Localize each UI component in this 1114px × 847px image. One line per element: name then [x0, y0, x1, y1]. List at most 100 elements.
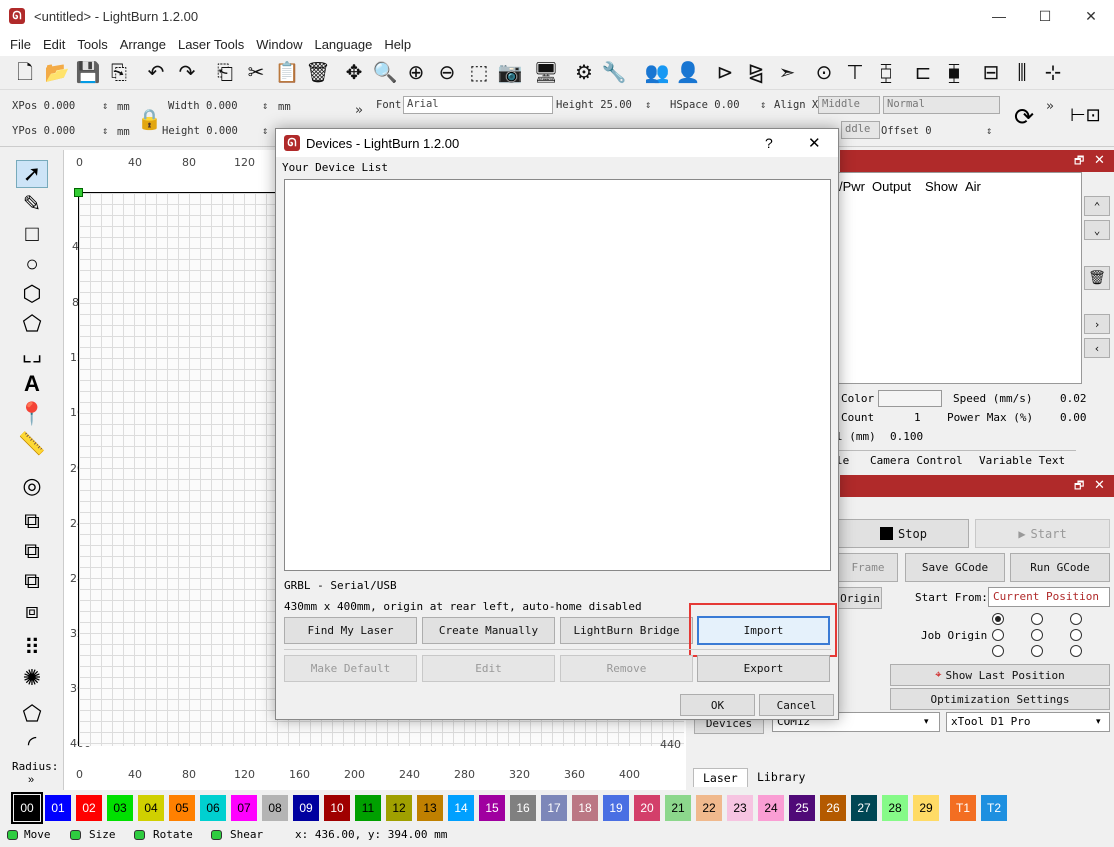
- menu-tools[interactable]: Tools: [77, 37, 107, 52]
- palette-swatch[interactable]: 18: [572, 795, 598, 821]
- paste-icon[interactable]: 📋: [274, 60, 300, 86]
- rotate-checkbox[interactable]: [134, 830, 145, 840]
- move-up-icon[interactable]: ⌃: [1084, 196, 1110, 216]
- palette-swatch[interactable]: 12: [386, 795, 412, 821]
- boolean-subtract-icon[interactable]: ⧉: [16, 537, 48, 565]
- job-origin-radio[interactable]: [992, 645, 1004, 657]
- zoom-in-icon[interactable]: ⊕: [403, 60, 429, 86]
- show-last-position-button[interactable]: ⌖ Show Last Position: [890, 664, 1110, 686]
- right-arrow-icon[interactable]: ›: [1084, 314, 1110, 334]
- tab-variable-text[interactable]: Variable Text: [979, 454, 1065, 467]
- weld-icon[interactable]: ⧈: [16, 597, 48, 625]
- lightburn-bridge-button[interactable]: LightBurn Bridge: [560, 617, 693, 644]
- center-icon[interactable]: ⊙: [811, 60, 837, 86]
- align-x-select[interactable]: Middle: [818, 96, 880, 114]
- palette-swatch[interactable]: T1: [950, 795, 976, 821]
- distribute-h-icon[interactable]: ⊟: [978, 60, 1004, 86]
- mirror-icon[interactable]: ⧎: [743, 60, 769, 86]
- edit-button[interactable]: Edit: [422, 655, 555, 682]
- palette-swatch[interactable]: 06: [200, 795, 226, 821]
- speed-value[interactable]: 0.02: [1060, 392, 1087, 405]
- export-button[interactable]: Export: [697, 655, 830, 682]
- marker-icon[interactable]: 📍: [16, 400, 48, 428]
- help-button[interactable]: ?: [765, 135, 773, 151]
- maximize-button[interactable]: ☐: [1022, 0, 1068, 32]
- more-icon[interactable]: »: [1046, 99, 1054, 114]
- palette-swatch[interactable]: 07: [231, 795, 257, 821]
- palette-swatch[interactable]: 09: [293, 795, 319, 821]
- palette-swatch[interactable]: 22: [696, 795, 722, 821]
- palette-swatch[interactable]: 23: [727, 795, 753, 821]
- float-icon[interactable]: 🗗: [1074, 477, 1084, 496]
- refresh-icon[interactable]: ⟳: [1014, 103, 1034, 132]
- cancel-button[interactable]: Cancel: [759, 694, 834, 716]
- palette-swatch[interactable]: 26: [820, 795, 846, 821]
- palette-swatch[interactable]: 00: [11, 792, 43, 824]
- ungroup-icon[interactable]: 👤: [675, 60, 701, 86]
- palette-swatch[interactable]: 21: [665, 795, 691, 821]
- job-origin-radio[interactable]: [1031, 645, 1043, 657]
- rectangle-icon[interactable]: □: [16, 220, 48, 248]
- more-icon[interactable]: »: [355, 103, 363, 118]
- break-apart-icon[interactable]: ⬠: [16, 700, 48, 728]
- left-arrow-icon[interactable]: ‹: [1084, 338, 1110, 358]
- position-icon[interactable]: ⌞⌟: [16, 340, 48, 368]
- close-button[interactable]: ✕: [1068, 0, 1114, 32]
- menu-edit[interactable]: Edit: [43, 37, 65, 52]
- optimization-settings-button[interactable]: Optimization Settings: [890, 688, 1110, 710]
- menu-language[interactable]: Language: [314, 37, 372, 52]
- distribute-v-icon[interactable]: ⫼: [1009, 60, 1035, 86]
- lock-icon[interactable]: 🔒: [137, 107, 162, 132]
- align-center-icon[interactable]: ⧯: [941, 60, 967, 86]
- tab-camera-control[interactable]: Camera Control: [870, 454, 963, 467]
- import-icon[interactable]: ⎘: [106, 60, 132, 86]
- remove-button[interactable]: Remove: [560, 655, 693, 682]
- palette-swatch[interactable]: 05: [169, 795, 195, 821]
- device-list[interactable]: [284, 179, 831, 571]
- redo-icon[interactable]: ↷: [174, 60, 200, 86]
- send-icon[interactable]: ➣: [774, 60, 800, 86]
- height-spinner[interactable]: ⇕: [262, 125, 268, 137]
- measure-icon[interactable]: 📏: [16, 430, 48, 458]
- palette-swatch[interactable]: 20: [634, 795, 660, 821]
- create-manually-button[interactable]: Create Manually: [422, 617, 555, 644]
- pentagon-icon[interactable]: ⬠: [16, 310, 48, 338]
- align-icon[interactable]: ⧮: [873, 60, 899, 86]
- flip-icon[interactable]: ⊳: [712, 60, 738, 86]
- cuts-layer-table[interactable]: /Pwr Output Show Air: [836, 172, 1082, 384]
- grid-array-icon[interactable]: ⠿: [16, 634, 48, 662]
- menu-arrange[interactable]: Arrange: [120, 37, 166, 52]
- job-origin-radio[interactable]: [992, 613, 1004, 625]
- palette-swatch[interactable]: 02: [76, 795, 102, 821]
- offset-icon[interactable]: ◎: [16, 472, 48, 500]
- palette-swatch[interactable]: 28: [882, 795, 908, 821]
- width-spinner[interactable]: ⇕: [262, 100, 268, 112]
- go-to-origin-button[interactable]: Origin: [838, 587, 882, 609]
- job-origin-radio[interactable]: [1070, 613, 1082, 625]
- start-button[interactable]: ▶ Start: [975, 519, 1110, 548]
- xpos-spinner[interactable]: ⇕: [102, 100, 108, 112]
- group-icon[interactable]: 👥: [644, 60, 670, 86]
- text-tool-icon[interactable]: A: [16, 370, 48, 398]
- ellipse-icon[interactable]: ○: [16, 250, 48, 278]
- find-my-laser-button[interactable]: Find My Laser: [284, 617, 417, 644]
- palette-swatch[interactable]: 14: [448, 795, 474, 821]
- save-icon[interactable]: 💾: [75, 60, 101, 86]
- tab-library[interactable]: Library: [757, 770, 805, 784]
- job-origin-radio[interactable]: [1031, 613, 1043, 625]
- align-distribute-icon[interactable]: ⊢⊡: [1070, 105, 1101, 126]
- offset-spinner[interactable]: ⇕: [986, 125, 992, 137]
- menu-window[interactable]: Window: [256, 37, 302, 52]
- corner-radius-icon[interactable]: ◜: [16, 730, 48, 758]
- save-gcode-button[interactable]: Save GCode: [905, 553, 1005, 582]
- ypos-spinner[interactable]: ⇕: [102, 125, 108, 137]
- palette-swatch[interactable]: 13: [417, 795, 443, 821]
- job-origin-radio[interactable]: [1070, 629, 1082, 641]
- distribute-icon[interactable]: ⊹: [1040, 60, 1066, 86]
- count-value[interactable]: 1: [914, 411, 921, 424]
- polygon-icon[interactable]: ⬡: [16, 280, 48, 308]
- move-icon[interactable]: ✥: [341, 60, 367, 86]
- shear-checkbox[interactable]: [211, 830, 222, 840]
- palette-swatch[interactable]: T2: [981, 795, 1007, 821]
- palette-swatch[interactable]: 10: [324, 795, 350, 821]
